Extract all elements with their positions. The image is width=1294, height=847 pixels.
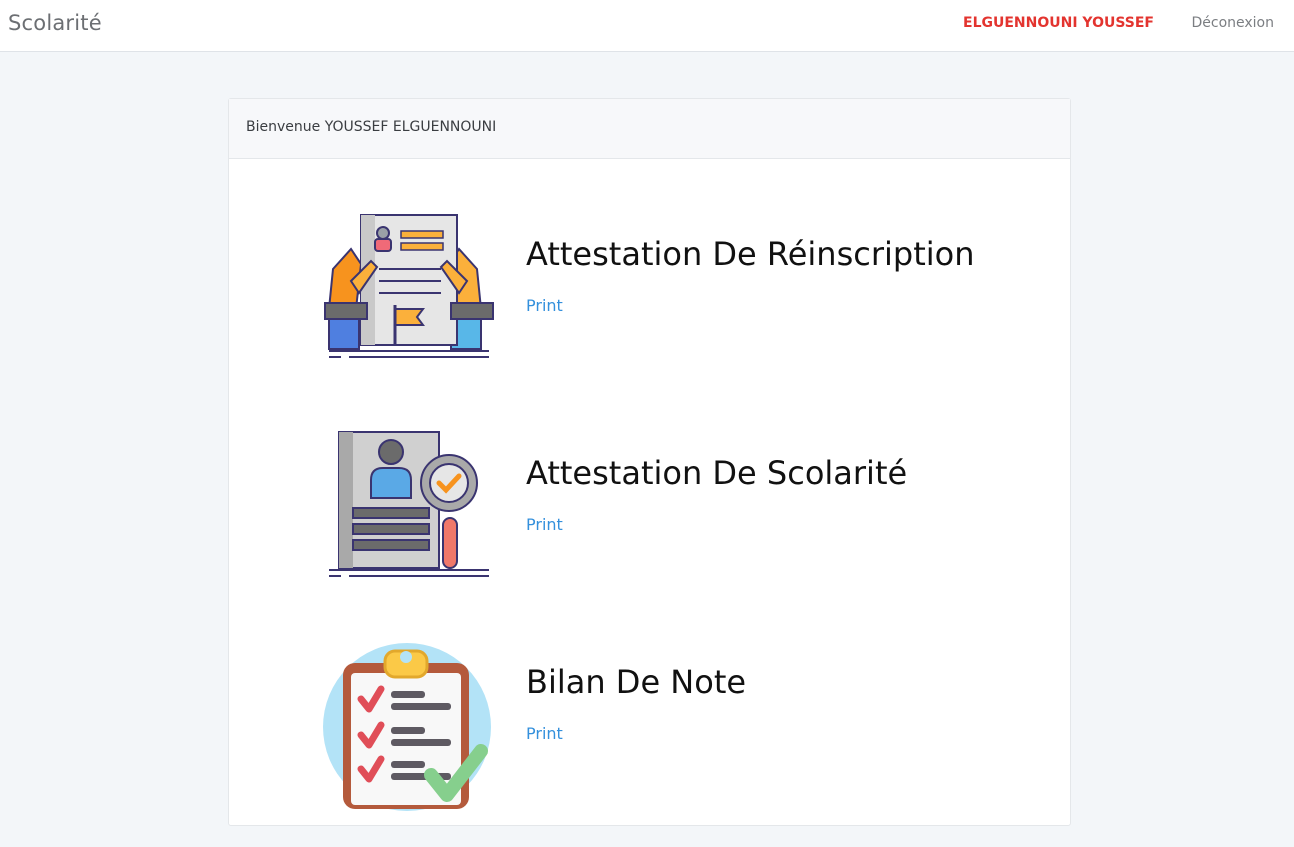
- document-magnifier-icon: [329, 431, 489, 577]
- item-title: Attestation De Réinscription: [526, 235, 975, 273]
- card-header: Bienvenue YOUSSEF ELGUENNOUNI: [229, 99, 1070, 159]
- document-item-bilan: Bilan De Note Print: [229, 637, 1072, 817]
- welcome-card: Bienvenue YOUSSEF ELGUENNOUNI Attestatio…: [228, 98, 1071, 826]
- logout-link[interactable]: Déconexion: [1191, 15, 1274, 31]
- brand-link[interactable]: Scolarité: [8, 11, 102, 35]
- document-item-reinscription: Attestation De Réinscription Print: [229, 209, 1072, 389]
- print-link[interactable]: Print: [526, 515, 563, 534]
- print-link[interactable]: Print: [526, 724, 563, 743]
- item-title: Bilan De Note: [526, 663, 747, 701]
- document-hands-icon: [324, 214, 494, 358]
- clipboard-check-icon: [323, 643, 491, 811]
- document-item-scolarite: Attestation De Scolarité Print: [229, 428, 1072, 608]
- item-title: Attestation De Scolarité: [526, 454, 908, 492]
- top-navbar: Scolarité ELGUENNOUNI YOUSSEF Déconexion: [0, 0, 1294, 52]
- print-link[interactable]: Print: [526, 296, 563, 315]
- user-name-link[interactable]: ELGUENNOUNI YOUSSEF: [963, 15, 1154, 31]
